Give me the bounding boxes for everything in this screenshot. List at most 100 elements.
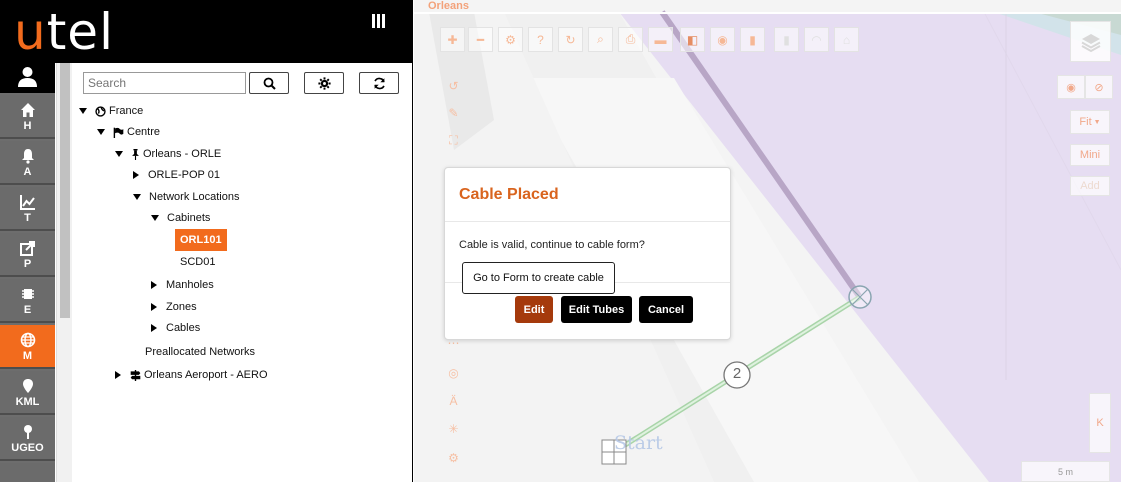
tree-node-scd01[interactable]: SCD01 — [180, 253, 215, 271]
fit-dropdown[interactable]: Fit ▼ — [1070, 110, 1110, 134]
bookmark-button[interactable]: ▮ — [740, 27, 765, 52]
signpost-icon — [130, 369, 141, 381]
window-icon: ◧ — [686, 32, 699, 47]
collapse-arrow-icon[interactable] — [115, 151, 123, 157]
map-edge — [414, 12, 1121, 14]
nav-item-trends[interactable]: T — [0, 187, 55, 231]
edit-button[interactable]: Edit — [515, 296, 553, 323]
rotate-tool[interactable]: ↺ — [441, 73, 466, 98]
tree-node-manholes[interactable]: Manholes — [151, 276, 214, 294]
thumbtack-icon — [132, 148, 139, 160]
bookmark-disabled-button[interactable]: ▮ — [774, 27, 799, 52]
dome-button[interactable]: ◠ — [804, 27, 829, 52]
tree-node-aeroport[interactable]: Orleans Aeroport - AERO — [115, 366, 268, 384]
ruler-icon: ▬ — [654, 32, 667, 47]
gear-icon — [317, 76, 331, 90]
nav-item-alerts[interactable]: A — [0, 141, 55, 185]
nav-item-more[interactable] — [0, 463, 55, 482]
cancel-button[interactable]: Cancel — [639, 296, 693, 323]
tree-node-orle-pop[interactable]: ORLE-POP 01 — [133, 166, 220, 184]
expand-icon: ⛶ — [449, 133, 458, 147]
add-button[interactable]: Add — [1070, 176, 1110, 196]
measure-button[interactable]: ▬ — [648, 27, 673, 52]
edit-tubes-button[interactable]: Edit Tubes — [561, 296, 632, 323]
mini-button[interactable]: Mini — [1070, 144, 1110, 166]
share-icon — [19, 241, 35, 256]
nav-item-home[interactable]: H — [0, 95, 55, 139]
nav-item-ugeo[interactable]: UGEO — [0, 417, 55, 461]
extent-tool[interactable]: ⛶ — [441, 128, 466, 153]
layers-button[interactable] — [1070, 21, 1111, 62]
target-tool[interactable]: ◎ — [441, 360, 466, 385]
visibility-button[interactable]: ◉ — [710, 27, 735, 52]
search-icon: ⌕ — [597, 32, 604, 46]
expand-arrow-icon[interactable] — [151, 303, 157, 311]
zoom-in-button[interactable]: ✚ — [440, 27, 465, 52]
user-button[interactable] — [0, 63, 55, 93]
tree-node-orleans[interactable]: Orleans - ORLE — [115, 145, 221, 163]
snap-tool[interactable]: ✳ — [441, 416, 466, 441]
cable-end-node[interactable] — [848, 285, 872, 309]
rotate-icon: ↺ — [448, 78, 459, 93]
print-icon: ⎙ — [625, 32, 636, 46]
settings-button[interactable] — [304, 72, 344, 94]
pin-icon — [23, 425, 32, 439]
cog-icon: ⚙ — [448, 450, 459, 465]
map-settings-button[interactable]: ⚙ — [498, 27, 523, 52]
tree-node-cabinets[interactable]: Cabinets — [151, 209, 210, 227]
tree-node-orl101[interactable]: ORL101 — [175, 229, 227, 251]
nav-item-publish[interactable]: P — [0, 233, 55, 277]
tree-node-zones[interactable]: Zones — [151, 298, 197, 316]
search-button[interactable] — [249, 72, 289, 94]
zoom-out-button[interactable]: ━ — [468, 27, 493, 52]
map-refresh-button[interactable]: ↻ — [558, 27, 583, 52]
collapse-arrow-icon[interactable] — [133, 194, 141, 200]
dome-icon: ◠ — [811, 32, 822, 47]
cable-placed-dialog: Cable Placed Cable is valid, continue to… — [444, 167, 731, 340]
nav-item-equipment[interactable]: E — [0, 279, 55, 323]
gear-icon: ⚙ — [505, 32, 516, 47]
eye-icon: ◉ — [717, 32, 728, 47]
tree-node-preallocated[interactable]: Preallocated Networks — [145, 343, 255, 361]
minus-icon: ━ — [476, 32, 485, 47]
dialog-message: Cable is valid, continue to cable form? — [459, 239, 645, 251]
layout-button[interactable]: ◧ — [680, 27, 705, 52]
nav-item-kml[interactable]: KML — [0, 371, 55, 415]
eye-slash-icon: ⊘ — [1094, 81, 1104, 94]
print-button[interactable]: ⎙ — [618, 27, 643, 52]
k-button[interactable]: K — [1089, 393, 1111, 453]
expand-arrow-icon[interactable] — [151, 281, 157, 289]
refresh-icon: ↻ — [565, 32, 576, 47]
draw-tool[interactable]: ✎ — [441, 100, 466, 125]
expand-arrow-icon[interactable] — [133, 171, 139, 179]
show-layer-button[interactable]: ◉ — [1057, 75, 1085, 99]
collapse-arrow-icon[interactable] — [151, 215, 159, 221]
tree-node-network-locations[interactable]: Network Locations — [133, 188, 240, 206]
help-button[interactable]: ? — [528, 27, 553, 52]
tree-node-cables[interactable]: Cables — [151, 319, 200, 337]
tree-scrollbar-thumb[interactable] — [60, 63, 70, 318]
search-input[interactable] — [83, 72, 246, 94]
layer-tool[interactable]: ⚙ — [441, 445, 466, 470]
caret-down-icon: ▼ — [1093, 118, 1101, 126]
label-tool[interactable]: Ä — [441, 388, 466, 413]
tree-scrollbar[interactable] — [56, 63, 72, 482]
map-home-button[interactable]: ⌂ — [834, 27, 859, 52]
collapse-arrow-icon[interactable] — [79, 108, 87, 114]
map-search-button[interactable]: ⌕ — [588, 27, 613, 52]
utel-logo: utel — [14, 3, 114, 61]
collapse-arrow-icon[interactable] — [97, 129, 105, 135]
tree-node-france[interactable]: France — [79, 102, 143, 120]
refresh-button[interactable] — [359, 72, 399, 94]
target-icon: ◎ — [448, 365, 459, 380]
cable-mid-node-label: 2 — [732, 365, 742, 382]
user-icon — [18, 67, 37, 87]
nav-item-map[interactable]: M — [0, 325, 55, 369]
expand-arrow-icon[interactable] — [151, 324, 157, 332]
menu-toggle-icon[interactable] — [372, 14, 392, 32]
hide-layer-button[interactable]: ⊘ — [1085, 75, 1113, 99]
tree-node-centre[interactable]: Centre — [97, 123, 160, 141]
expand-arrow-icon[interactable] — [115, 371, 121, 379]
go-to-form-tooltip: Go to Form to create cable — [462, 262, 615, 294]
asterisk-icon: ✳ — [448, 421, 459, 436]
